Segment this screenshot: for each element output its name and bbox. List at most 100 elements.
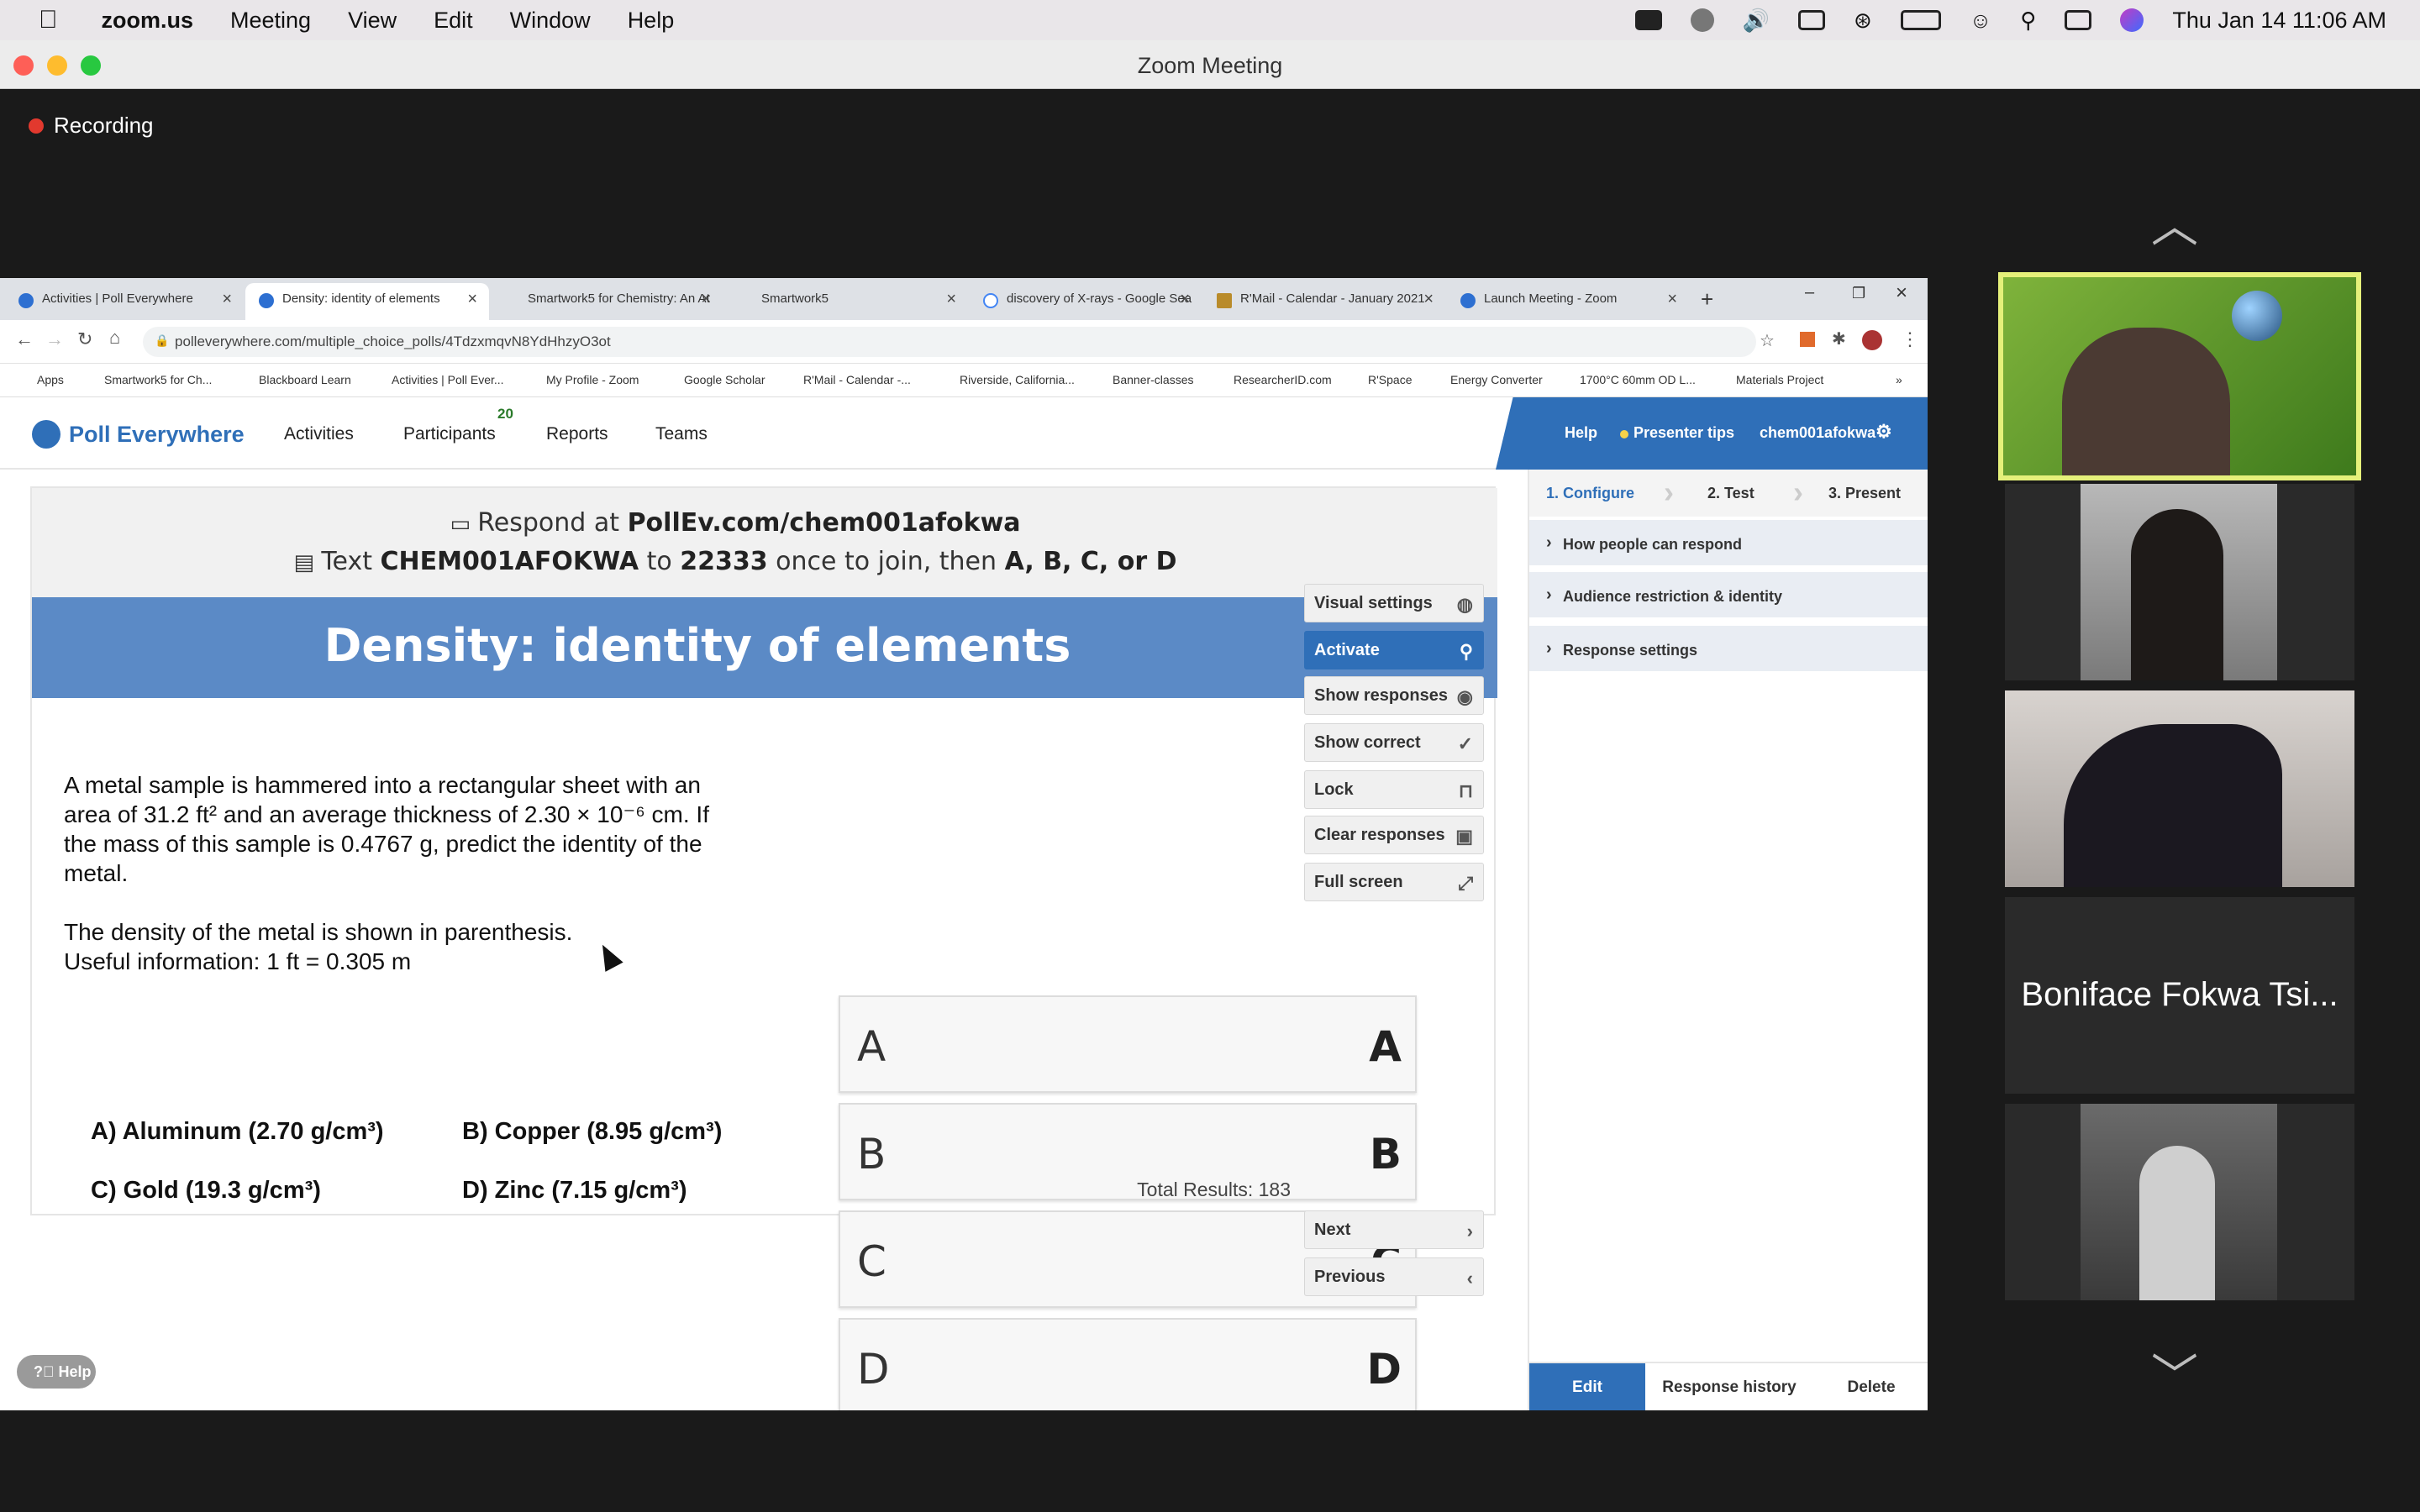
participant-video[interactable]	[2005, 484, 2354, 680]
show-correct-button[interactable]: Show correct ✓	[1304, 723, 1484, 762]
restore-browser-icon[interactable]: ❐	[1852, 285, 1865, 302]
bookmark-item[interactable]: Activities | Poll Ever...	[392, 373, 504, 386]
pollev-logo[interactable]: Poll Everywhere	[32, 420, 245, 449]
battery-icon[interactable]	[1900, 10, 1941, 30]
participant-video-active[interactable]	[1998, 272, 2361, 480]
browser-tab[interactable]: Smartwork5 ×	[724, 283, 968, 320]
close-tab-icon[interactable]: ×	[1423, 290, 1434, 309]
bluetooth-icon[interactable]: ⊛	[1854, 8, 1872, 34]
menu-meeting[interactable]: Meeting	[230, 8, 311, 34]
close-tab-icon[interactable]: ×	[467, 290, 477, 309]
browser-tab[interactable]: Smartwork5 for Chemistry: An At ×	[491, 283, 723, 320]
previous-button[interactable]: Previous ‹	[1304, 1257, 1484, 1296]
bookmark-item[interactable]: Smartwork5 for Ch...	[104, 373, 212, 386]
close-browser-icon[interactable]: ×	[1896, 281, 1907, 305]
more-bookmarks-icon[interactable]: »	[1896, 373, 1902, 386]
edit-button[interactable]: Edit	[1529, 1363, 1645, 1410]
full-screen-button[interactable]: Full screen ⤢	[1304, 863, 1484, 901]
bookmark-item[interactable]: Google Scholar	[684, 373, 765, 386]
browser-tab[interactable]: discovery of X-rays - Google Sea ×	[970, 283, 1202, 320]
step-present[interactable]: 3. Present	[1828, 485, 1901, 502]
user-menu[interactable]: chem001afokwa	[1760, 424, 1876, 442]
minimize-browser-icon[interactable]: –	[1805, 283, 1814, 302]
response-history-button[interactable]: Response history	[1645, 1363, 1813, 1410]
bookmark-item[interactable]: 1700°C 60mm OD L...	[1580, 373, 1696, 386]
bookmark-item[interactable]: R'Space	[1368, 373, 1412, 386]
delete-button[interactable]: Delete	[1813, 1363, 1928, 1410]
menu-edit[interactable]: Edit	[434, 8, 473, 34]
spotlight-icon[interactable]: ⚲	[2020, 8, 2036, 34]
nav-activities[interactable]: Activities	[284, 424, 354, 444]
scroll-down-icon[interactable]: ﹀	[2151, 1339, 2198, 1407]
participant-video[interactable]	[2005, 690, 2354, 887]
browser-tab[interactable]: Launch Meeting - Zoom ×	[1447, 283, 1689, 320]
wifi-icon[interactable]: ☺	[1970, 8, 1992, 34]
close-tab-icon[interactable]: ×	[1667, 290, 1677, 309]
home-icon[interactable]: ⌂	[109, 327, 120, 349]
nav-participants[interactable]: Participants	[403, 424, 496, 444]
visual-settings-button[interactable]: Visual settings ◍	[1304, 584, 1484, 622]
menu-clock[interactable]: Thu Jan 14 11:06 AM	[2172, 8, 2386, 34]
text-mid: to	[639, 547, 681, 576]
accordion-how-people-respond[interactable]: › How people can respond	[1529, 520, 1928, 567]
menu-app-name[interactable]: zoom.us	[102, 8, 194, 34]
globe-icon[interactable]	[1690, 8, 1714, 32]
zoom-status-icon[interactable]	[1634, 10, 1662, 30]
show-responses-button[interactable]: Show responses ◉	[1304, 676, 1484, 715]
bookmark-item[interactable]: R'Mail - Calendar -...	[803, 373, 911, 386]
settings-gear-icon[interactable]: ⚙	[1876, 421, 1892, 443]
step-configure[interactable]: 1. Configure	[1546, 485, 1634, 502]
url-text: pollev​erywhere.com/multiple_choice_poll…	[175, 333, 611, 349]
help-link[interactable]: Help	[1565, 424, 1597, 442]
bookmark-item[interactable]: Banner-classes	[1113, 373, 1194, 386]
forward-icon[interactable]: →	[45, 328, 64, 350]
clear-responses-button[interactable]: Clear responses ▣	[1304, 816, 1484, 854]
new-tab-icon[interactable]: +	[1701, 286, 1713, 312]
browser-tab-active[interactable]: Density: identity of elements ×	[245, 283, 489, 320]
recording-indicator[interactable]: Recording	[29, 113, 154, 139]
nav-teams[interactable]: Teams	[655, 424, 708, 444]
close-tab-icon[interactable]: ×	[701, 290, 711, 309]
volume-icon[interactable]: 🔊	[1743, 8, 1770, 34]
browser-tab[interactable]: R'Mail - Calendar - January 2021 ×	[1203, 283, 1445, 320]
accordion-response-settings[interactable]: › Response settings	[1529, 626, 1928, 673]
kebab-menu-icon[interactable]: ⋮	[1901, 328, 1919, 350]
display-icon[interactable]	[1797, 10, 1825, 30]
step-test[interactable]: 2. Test	[1707, 485, 1754, 502]
control-center-icon[interactable]	[2065, 10, 2092, 30]
participant-video[interactable]	[2005, 1104, 2354, 1300]
apple-icon[interactable]: 	[39, 6, 58, 34]
puzzle-icon[interactable]: ✱	[1832, 328, 1846, 349]
bookmark-star-icon[interactable]: ☆	[1760, 330, 1775, 351]
close-tab-icon[interactable]: ×	[946, 290, 956, 309]
bookmark-apps[interactable]: Apps	[37, 373, 64, 386]
lock-button[interactable]: Lock ⊓	[1304, 770, 1484, 809]
bookmark-item[interactable]: My Profile - Zoom	[546, 373, 639, 386]
presenter-tips-link[interactable]: Presenter tips	[1634, 424, 1734, 442]
menu-help[interactable]: Help	[628, 8, 675, 34]
participant-name-tile[interactable]: Boniface Fokwa Tsi...	[2005, 897, 2354, 1094]
close-tab-icon[interactable]: ×	[1180, 290, 1190, 309]
browser-tab-bar: Activities | Poll Everywhere × Density: i…	[0, 278, 1928, 320]
bookmark-item[interactable]: Blackboard Learn	[259, 373, 351, 386]
scroll-up-icon[interactable]: ︿	[2151, 188, 2198, 256]
next-button[interactable]: Next ›	[1304, 1210, 1484, 1249]
close-tab-icon[interactable]: ×	[222, 290, 232, 309]
bookmark-item[interactable]: Energy Converter	[1450, 373, 1543, 386]
menu-view[interactable]: View	[348, 8, 397, 34]
nav-reports[interactable]: Reports	[546, 424, 608, 444]
bookmark-item[interactable]: Riverside, California...	[960, 373, 1075, 386]
back-icon[interactable]: ←	[15, 328, 34, 350]
help-widget-button[interactable]: ?⃝ Help	[17, 1355, 96, 1389]
extension-icon[interactable]	[1800, 332, 1815, 347]
profile-avatar[interactable]	[1862, 330, 1882, 350]
bookmark-item[interactable]: Materials Project	[1736, 373, 1823, 386]
url-field[interactable]: 🔒 pollev​erywhere.com/multiple_choice_po…	[143, 327, 1756, 357]
siri-icon[interactable]	[2120, 8, 2144, 32]
activate-button[interactable]: Activate ⚲	[1304, 631, 1484, 669]
browser-tab[interactable]: Activities | Poll Everywhere ×	[5, 283, 244, 320]
reload-icon[interactable]: ↻	[77, 328, 92, 350]
accordion-audience-restriction[interactable]: › Audience restriction & identity	[1529, 572, 1928, 619]
menu-window[interactable]: Window	[510, 8, 591, 34]
bookmark-item[interactable]: ResearcherID.com	[1234, 373, 1332, 386]
